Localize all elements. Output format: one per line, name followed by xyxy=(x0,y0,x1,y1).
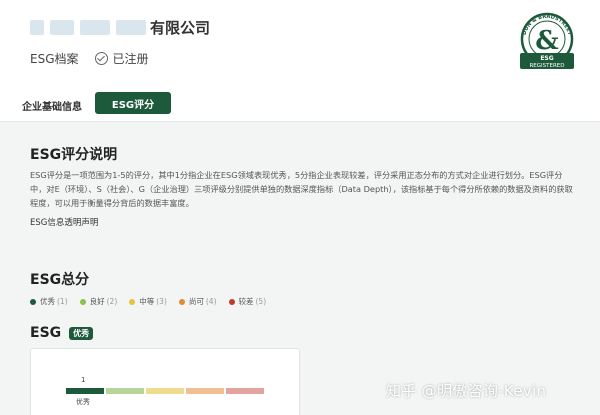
score-caption: 优秀 xyxy=(76,398,90,406)
legend-item-medium: 中等 (3) xyxy=(129,296,167,307)
tab-esg-score[interactable]: ESG评分 xyxy=(95,92,171,114)
company-header: 有限公司 ESG档案 已注册 DUN & BRADSTREET & ESG RE… xyxy=(0,0,600,122)
rating-legend: 优秀 (1) 良好 (2) 中等 (3) 尚可 (4) 较差 (5) xyxy=(30,296,278,307)
esg-label: ESG xyxy=(30,325,62,341)
legend-item-excellent: 优秀 (1) xyxy=(30,296,68,307)
esg-rating-row: ESG 优秀 xyxy=(30,325,94,341)
legend-item-good: 良好 (2) xyxy=(79,296,117,307)
scale-segment-fair xyxy=(186,388,224,394)
scale-segment-excellent xyxy=(66,388,104,394)
legend-dot xyxy=(178,298,185,305)
scale-segment-poor xyxy=(226,388,264,394)
legend-dot xyxy=(228,298,235,305)
dnb-esg-registered-seal: DUN & BRADSTREET & ESG REGISTERED xyxy=(520,12,574,69)
svg-text:&: & xyxy=(535,26,558,56)
esg-rating-badge: 优秀 xyxy=(69,326,94,340)
registered-status: 已注册 xyxy=(112,52,149,66)
score-explain-text: ESG评分是一项范围为1-5的评分，其中1分指企业在ESG领域表现优秀，5分指企… xyxy=(30,170,573,208)
esg-score-card xyxy=(30,348,300,415)
scale-segment-good xyxy=(106,388,144,394)
tab-company-info[interactable]: 企业基础信息 xyxy=(22,98,82,113)
score-value: 1 xyxy=(81,376,86,384)
score-explain-title: ESG评分说明 xyxy=(30,147,118,163)
esg-total-title: ESG总分 xyxy=(30,272,90,288)
check-circle-icon xyxy=(94,52,108,65)
transparency-statement-link[interactable]: ESG信息透明声明 xyxy=(30,216,98,228)
legend-item-fair: 尚可 (4) xyxy=(178,296,217,307)
tab-bar: 企业基础信息 ESG评分 xyxy=(0,90,600,122)
company-name-suffix: 有限公司 xyxy=(150,19,211,37)
legend-dot xyxy=(129,298,136,305)
legend-item-poor: 较差 (5) xyxy=(228,296,266,307)
legend-dot xyxy=(79,298,86,305)
zhihu-watermark: 知乎 @明傲咨询-Kevin xyxy=(386,382,547,400)
scale-segment-medium xyxy=(146,388,184,394)
company-name-blurred xyxy=(30,20,148,35)
profile-row: ESG档案 已注册 xyxy=(30,50,149,67)
seal-line1: ESG xyxy=(540,55,553,62)
legend-dot xyxy=(30,298,36,305)
esg-profile-label: ESG档案 xyxy=(30,52,79,66)
seal-line2: REGISTERED xyxy=(529,63,564,69)
